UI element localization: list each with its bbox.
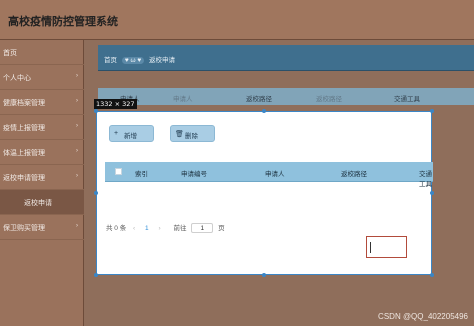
delete-button[interactable]: 🗑 删除 bbox=[170, 125, 215, 142]
goto-suffix: 页 bbox=[218, 225, 225, 232]
col-header-transport: 交通工具 bbox=[419, 171, 432, 188]
sidebar: 首页 个人中心 › 健康档案管理 › 疫情上报管理 › 体温上报管理 › 返校申… bbox=[0, 40, 84, 326]
goto-label: 前往 bbox=[173, 225, 187, 232]
prev-page-icon[interactable]: ‹ bbox=[133, 225, 135, 232]
app-title: 高校疫情防控管理系统 bbox=[8, 16, 118, 28]
table-header: 索引 申请编号 申请人 返校路径 交通工具 bbox=[105, 162, 433, 188]
bg-col-header: 交通工具 bbox=[394, 96, 420, 103]
top-header: 高校疫情防控管理系统 bbox=[0, 0, 474, 40]
text-caret bbox=[370, 242, 371, 253]
col-header-applicant: 申请人 bbox=[265, 171, 285, 178]
resize-handle[interactable] bbox=[94, 273, 98, 277]
next-page-icon[interactable]: › bbox=[158, 225, 160, 232]
sidebar-item-label: 返校申请 bbox=[24, 200, 52, 207]
breadcrumb-separator: ♥ ω ♥ bbox=[121, 57, 145, 64]
trash-icon: 🗑 bbox=[175, 131, 184, 138]
resize-handle[interactable] bbox=[94, 109, 98, 113]
resize-handle[interactable] bbox=[430, 273, 434, 277]
sidebar-item-label: 返校申请管理 bbox=[3, 175, 45, 182]
col-header-application-no: 申请编号 bbox=[181, 171, 207, 178]
breadcrumb-home[interactable]: 首页 bbox=[104, 57, 117, 64]
col-header-return-route: 返校路径 bbox=[341, 171, 367, 178]
sidebar-item-personal-center[interactable]: 个人中心 › bbox=[0, 65, 84, 90]
focused-text-input[interactable] bbox=[366, 236, 407, 258]
goto-page-input[interactable]: 1 bbox=[191, 223, 214, 234]
watermark: CSDN @QQ_402205496 bbox=[378, 312, 468, 321]
select-all-checkbox[interactable] bbox=[115, 168, 122, 175]
breadcrumb-current: 返校申请 bbox=[149, 57, 176, 64]
current-page[interactable]: 1 bbox=[145, 225, 149, 232]
pagination: 共 0 条 ‹ 1 › 前往 1 页 bbox=[106, 222, 225, 234]
background-table-header: 申请人 申请人 返校路径 返校路径 交通工具 bbox=[98, 88, 474, 105]
plus-icon: + bbox=[114, 130, 119, 137]
add-button[interactable]: + 新增 bbox=[109, 125, 154, 142]
chevron-down-icon: › bbox=[76, 123, 78, 129]
delete-button-label: 删除 bbox=[185, 133, 198, 140]
sidebar-item-label: 个人中心 bbox=[3, 75, 31, 82]
chevron-up-icon: › bbox=[76, 173, 78, 179]
sidebar-item-label: 疫情上报管理 bbox=[3, 125, 45, 132]
pagination-total: 共 0 条 bbox=[106, 225, 127, 232]
chevron-down-icon: › bbox=[76, 98, 78, 104]
sidebar-item-return-application[interactable]: 返校申请 bbox=[0, 190, 84, 215]
resize-handle[interactable] bbox=[430, 109, 434, 113]
add-button-label: 新增 bbox=[124, 133, 137, 140]
sidebar-item-return-application-mgmt[interactable]: 返校申请管理 › bbox=[0, 165, 84, 190]
capture-overlay: + 新增 🗑 删除 索引 申请编号 申请人 返校路径 交通工具 共 0 条 ‹ … bbox=[96, 111, 433, 275]
sidebar-item-temperature-report[interactable]: 体温上报管理 › bbox=[0, 140, 84, 165]
sidebar-item-home[interactable]: 首页 bbox=[0, 40, 84, 65]
sidebar-item-label: 体温上报管理 bbox=[3, 150, 45, 157]
resize-handle[interactable] bbox=[94, 191, 98, 195]
sidebar-item-label: 保卫购买管理 bbox=[3, 225, 45, 232]
chevron-down-icon: › bbox=[76, 73, 78, 79]
bg-col-header: 返校路径 bbox=[246, 96, 272, 103]
resize-handle[interactable] bbox=[262, 109, 266, 113]
bg-col-header: 申请人 bbox=[173, 96, 193, 103]
resize-handle[interactable] bbox=[262, 273, 266, 277]
bg-col-header: 返校路径 bbox=[316, 96, 342, 103]
sidebar-item-label: 健康档案管理 bbox=[3, 100, 45, 107]
sidebar-item-security-purchase[interactable]: 保卫购买管理 › bbox=[0, 215, 84, 240]
sidebar-item-epidemic-report[interactable]: 疫情上报管理 › bbox=[0, 115, 84, 140]
breadcrumb: 首页 ♥ ω ♥ 返校申请 bbox=[98, 45, 474, 71]
chevron-down-icon: › bbox=[76, 223, 78, 229]
col-header-index: 索引 bbox=[135, 171, 148, 178]
resize-handle[interactable] bbox=[430, 191, 434, 195]
chevron-down-icon: › bbox=[76, 148, 78, 154]
sidebar-item-health-records[interactable]: 健康档案管理 › bbox=[0, 90, 84, 115]
dimension-tag: 1332 × 327 bbox=[94, 99, 137, 109]
sidebar-item-label: 首页 bbox=[3, 50, 17, 57]
